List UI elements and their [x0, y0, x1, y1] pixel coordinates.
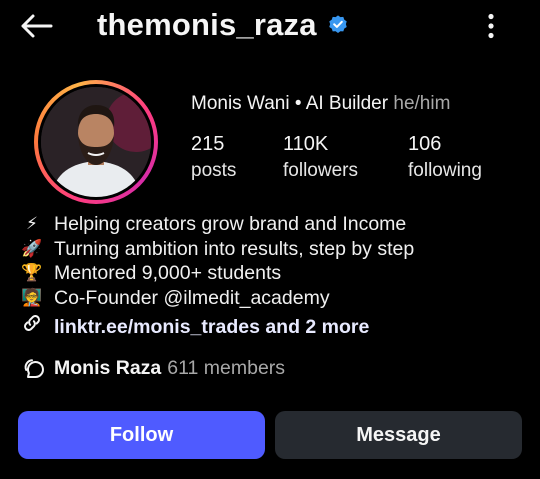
more-options-button[interactable] — [476, 8, 506, 44]
profile-header: themonis_raza — [0, 0, 540, 52]
stat-followers[interactable]: 110K followers — [283, 132, 358, 186]
bio-text: Helping creators grow brand and Income — [54, 213, 407, 235]
bio-link-text: linktr.ee/monis_trades and 2 more — [54, 315, 370, 338]
bio-line: ⚡ Helping creators grow brand and Income — [20, 212, 520, 237]
posts-label: posts — [191, 160, 237, 181]
bio-line: 🚀 Turning ambition into results, step by… — [20, 237, 520, 262]
stat-posts[interactable]: 215 posts — [191, 132, 236, 186]
display-name-row: Monis Wani • AI Builder he/him — [191, 93, 450, 115]
bio: ⚡ Helping creators grow brand and Income… — [20, 212, 520, 341]
posts-count: 215 — [191, 133, 225, 155]
bio-text: Mentored 9,000+ students — [54, 262, 282, 284]
community-channel[interactable]: Monis Raza 611 members — [22, 356, 285, 380]
profile-photo-icon — [41, 87, 151, 197]
avatar — [41, 87, 151, 197]
bio-line: 🧑‍🏫 Co-Founder @ilmedit_academy — [20, 286, 520, 311]
bio-text: Co-Founder @ilmedit_academy — [54, 286, 330, 309]
display-name: Monis Wani • AI Builder — [191, 93, 389, 114]
rocket-icon: 🚀 — [21, 238, 43, 258]
message-button[interactable]: Message — [275, 411, 522, 459]
more-vertical-icon — [488, 13, 494, 39]
back-button[interactable] — [16, 8, 56, 44]
followers-count: 110K — [283, 133, 329, 155]
followers-label: followers — [283, 160, 358, 181]
following-label: following — [408, 160, 482, 181]
username-title: themonis_raza — [97, 7, 349, 43]
bio-line: 🏆 Mentored 9,000+ students — [20, 261, 520, 286]
teacher-icon: 🧑‍🏫 — [21, 287, 43, 307]
pronouns: he/him — [393, 93, 451, 114]
following-count: 106 — [408, 133, 442, 155]
bio-text: Turning ambition into results, step by s… — [54, 237, 415, 260]
story-ring[interactable] — [34, 80, 158, 204]
trophy-icon: 🏆 — [21, 263, 43, 282]
follow-button[interactable]: Follow — [18, 411, 265, 459]
community-chat-icon — [24, 359, 44, 378]
arrow-left-icon — [21, 14, 53, 38]
community-name: Monis Raza — [54, 356, 162, 379]
username: themonis_raza — [97, 7, 317, 42]
community-members: 611 members — [167, 356, 286, 379]
lightning-icon: ⚡ — [26, 214, 38, 233]
stat-following[interactable]: 106 following — [408, 132, 482, 186]
verified-badge-icon — [328, 15, 347, 33]
bio-link[interactable]: linktr.ee/monis_trades and 2 more — [20, 312, 520, 341]
link-icon — [20, 312, 44, 341]
